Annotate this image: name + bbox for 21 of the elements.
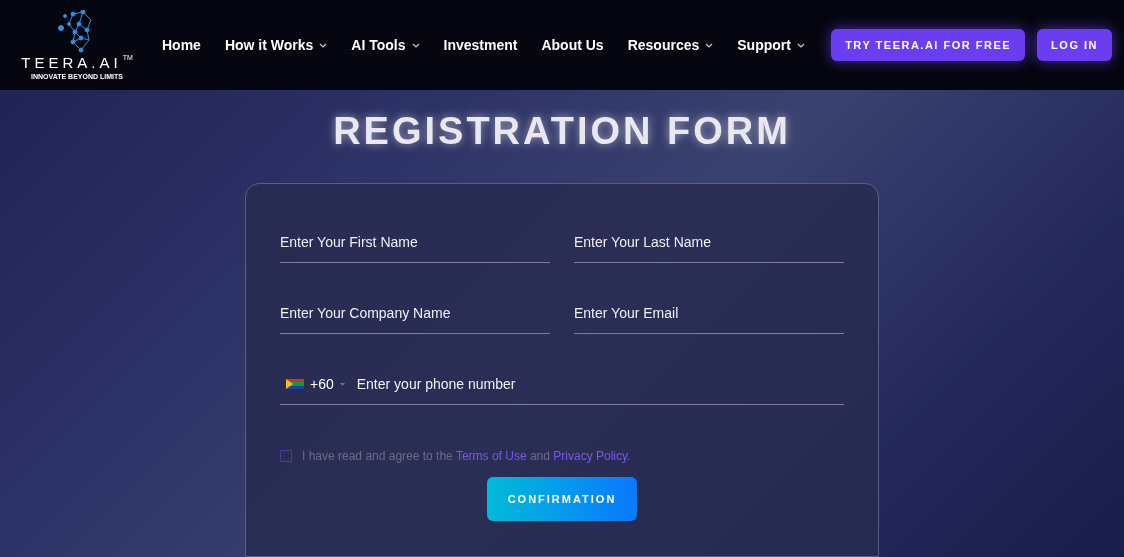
phone-field[interactable]: Enter your phone number bbox=[356, 364, 844, 404]
nav-link[interactable]: Investment bbox=[431, 37, 530, 53]
nav-link[interactable]: How it Works bbox=[212, 37, 340, 53]
caret-icon bbox=[339, 382, 345, 386]
text-field[interactable]: Enter Your Email bbox=[574, 293, 844, 334]
nav-link[interactable]: Home bbox=[150, 37, 213, 53]
text-field[interactable]: Enter Your First Name bbox=[280, 222, 550, 263]
nav-link[interactable]: Resources bbox=[615, 37, 726, 53]
text-field[interactable]: Enter Your Last Name bbox=[574, 222, 844, 263]
nav-link[interactable]: About Us bbox=[529, 37, 616, 53]
logo-wordmark: TEERA.AI bbox=[21, 54, 122, 71]
country-code[interactable]: +60 bbox=[310, 376, 334, 392]
text-field[interactable]: Enter Your Company Name bbox=[280, 293, 550, 334]
agreement-text: I have read and agree to the Terms of Use and Privacy Policy. bbox=[302, 449, 631, 463]
flag-icon bbox=[286, 379, 304, 389]
nav-link[interactable]: Support bbox=[725, 37, 817, 53]
page-title: REGISTRATION FORM bbox=[332, 110, 792, 153]
free-trial-button[interactable]: TRY TEERA.AI FOR FREE bbox=[831, 29, 1026, 61]
nav-link[interactable]: AI Tools bbox=[339, 37, 432, 53]
agreement-checkbox[interactable] bbox=[280, 450, 292, 462]
login-button[interactable]: LOG IN bbox=[1037, 29, 1112, 61]
